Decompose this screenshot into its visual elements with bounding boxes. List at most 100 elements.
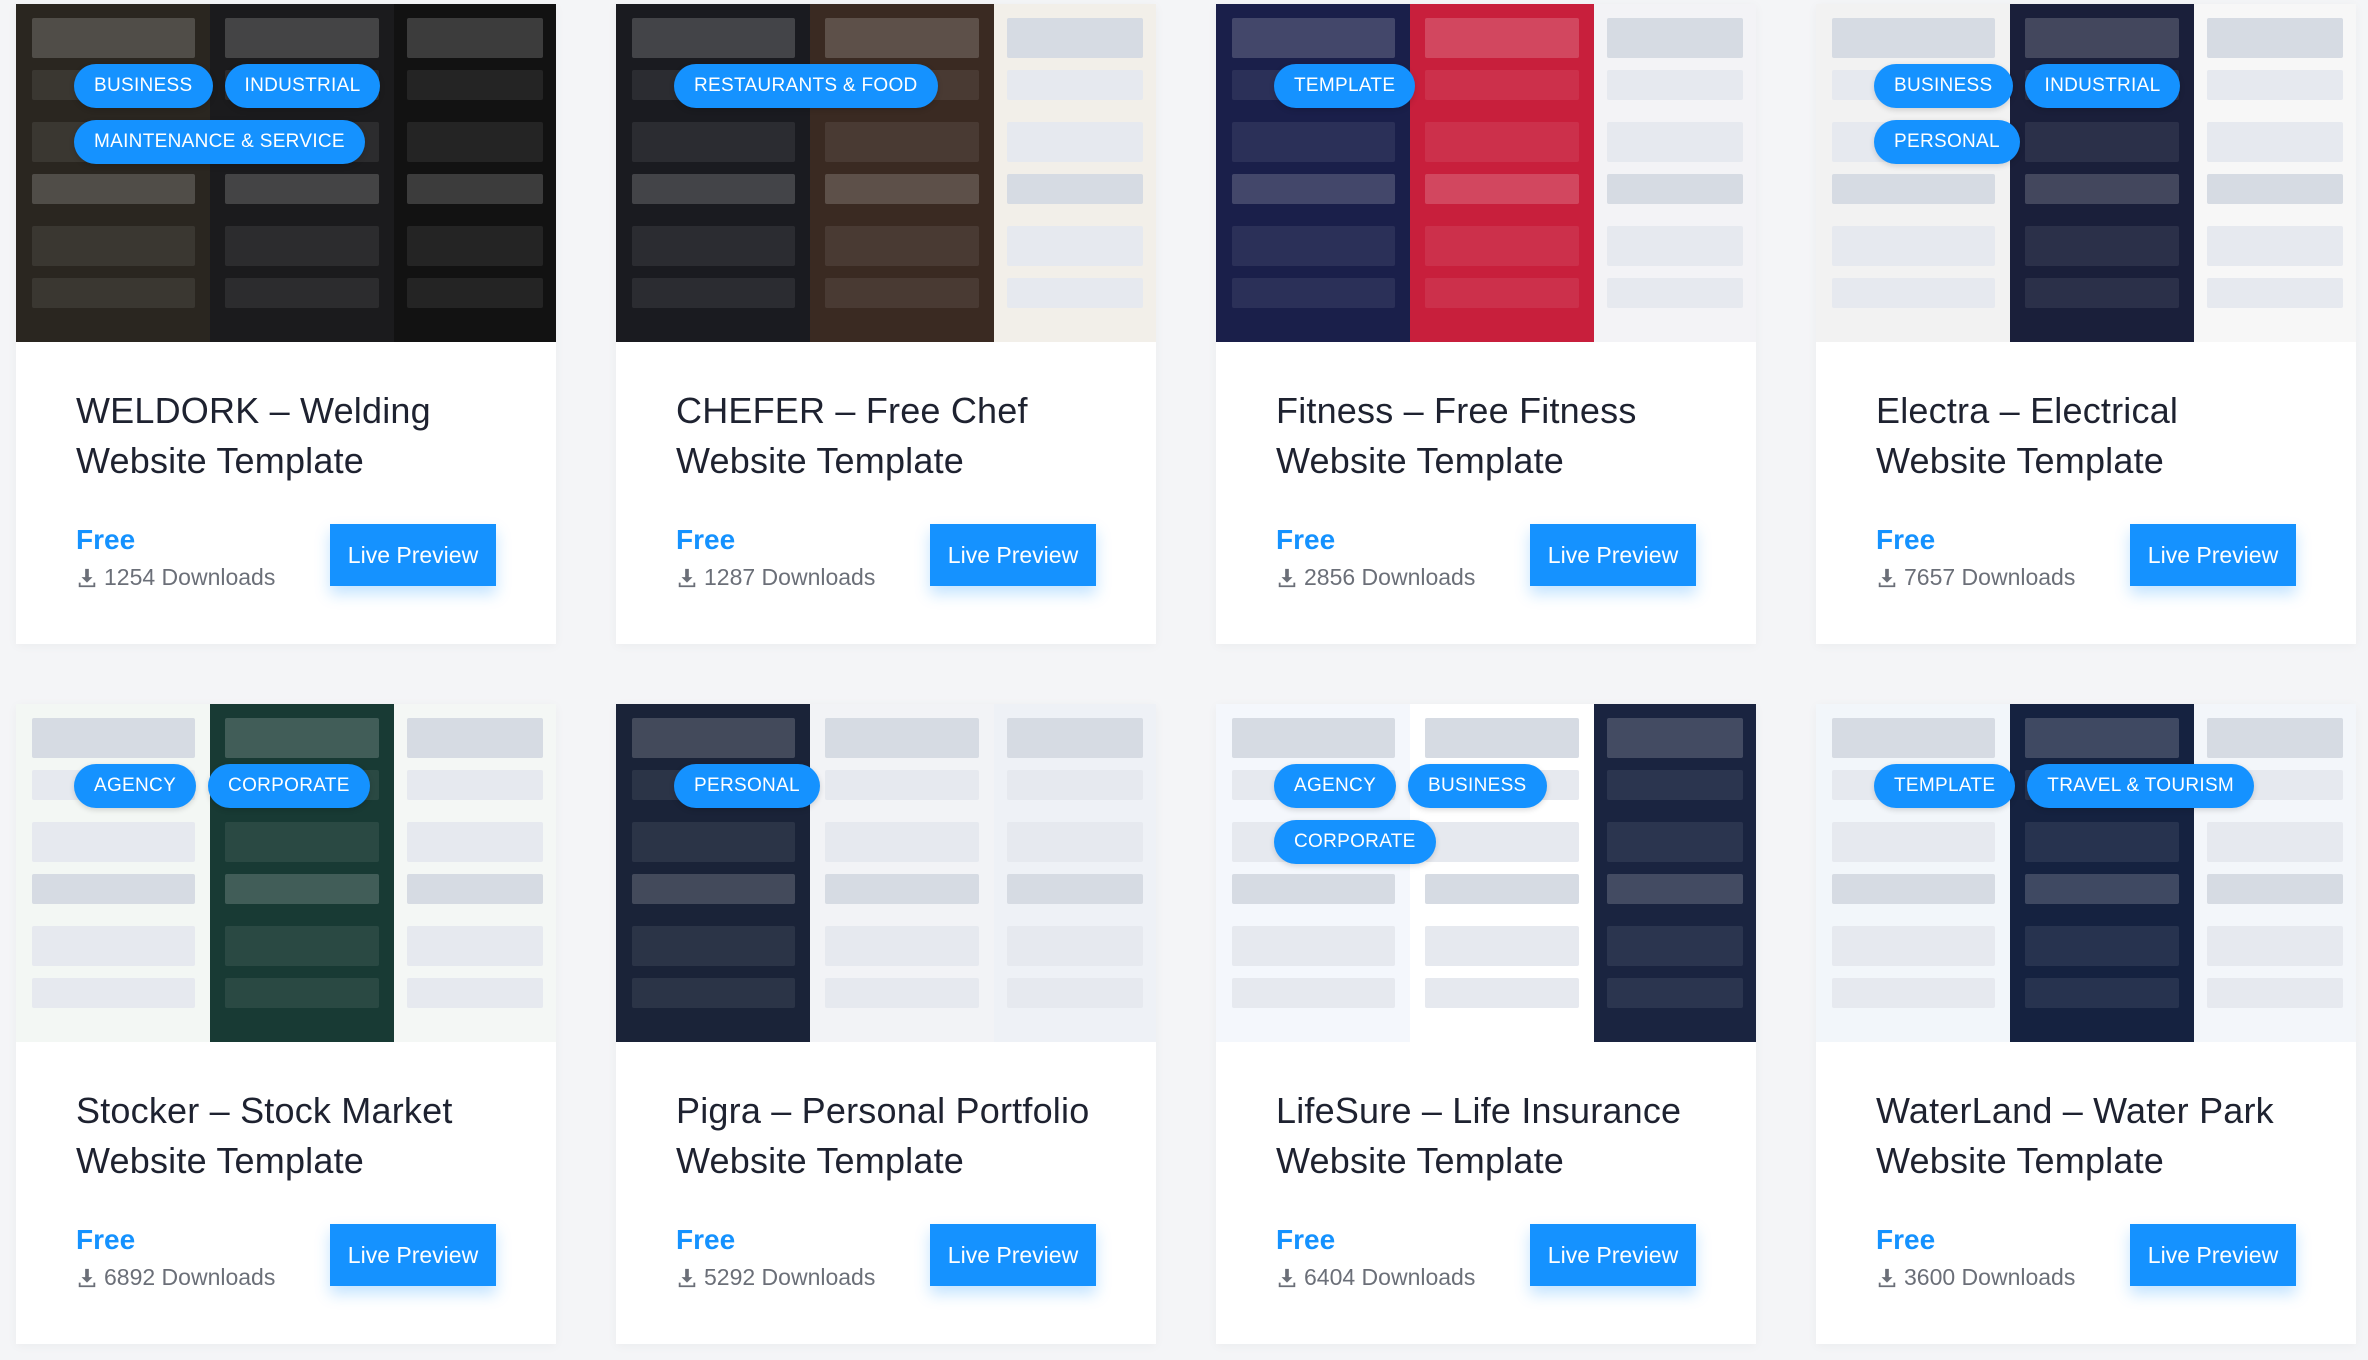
category-tag[interactable]: AGENCY xyxy=(1274,764,1397,808)
category-tag[interactable]: PERSONAL xyxy=(1874,120,2020,164)
category-tag[interactable]: TEMPLATE xyxy=(1874,764,2016,808)
category-tag[interactable]: INDUSTRIAL xyxy=(2024,64,2181,108)
template-title[interactable]: Electra – Electrical Website Template xyxy=(1876,386,2306,486)
preview-block xyxy=(1006,122,1144,162)
live-preview-button[interactable]: Live Preview xyxy=(330,524,496,586)
preview-block xyxy=(1006,174,1144,204)
download-count-text: 3600 Downloads xyxy=(1904,1264,2076,1290)
preview-block xyxy=(1606,226,1744,266)
template-title[interactable]: WELDORK – Welding Website Template xyxy=(76,386,506,486)
preview-column xyxy=(1410,704,1594,1042)
category-tag[interactable]: BUSINESS xyxy=(74,64,213,108)
preview-column xyxy=(993,704,1156,1042)
category-tag[interactable]: CORPORATE xyxy=(208,764,370,808)
template-preview-image[interactable]: TEMPLATE TRAVEL & TOURISM xyxy=(1816,704,2356,1042)
live-preview-button[interactable]: Live Preview xyxy=(330,1224,496,1286)
template-card: BUSINESS INDUSTRIAL PERSONAL Electra – Ele… xyxy=(1816,4,2356,644)
download-count: 2856 Downloads xyxy=(1276,564,1475,591)
preview-block xyxy=(825,926,980,966)
preview-block xyxy=(631,822,795,862)
template-title[interactable]: Fitness – Free Fitness Website Template xyxy=(1276,386,1706,486)
preview-block xyxy=(2206,926,2344,966)
preview-column xyxy=(393,704,556,1042)
category-tag[interactable]: INDUSTRIAL xyxy=(224,64,381,108)
preview-block xyxy=(825,122,980,162)
category-tag[interactable]: MAINTENANCE & SERVICE xyxy=(74,120,365,164)
category-tags: BUSINESS INDUSTRIAL MAINTENANCE & SERVICE xyxy=(74,64,514,164)
category-tag[interactable]: BUSINESS xyxy=(1874,64,2013,108)
preview-block xyxy=(1831,174,1995,204)
preview-block xyxy=(1425,174,1580,204)
template-title[interactable]: Stocker – Stock Market Website Template xyxy=(76,1086,506,1186)
template-title[interactable]: LifeSure – Life Insurance Website Templa… xyxy=(1276,1086,1706,1186)
preview-block xyxy=(2025,174,2180,204)
download-count: 7657 Downloads xyxy=(1876,564,2075,591)
price-label: Free xyxy=(1876,1224,1936,1255)
preview-block xyxy=(2025,822,2180,862)
live-preview-button[interactable]: Live Preview xyxy=(1530,1224,1696,1286)
template-preview-image[interactable]: RESTAURANTS & FOOD xyxy=(616,4,1156,342)
price-label: Free xyxy=(76,1224,136,1255)
price-label: Free xyxy=(76,524,136,555)
preview-column xyxy=(1216,4,1411,342)
preview-block xyxy=(31,926,195,966)
category-tag[interactable]: BUSINESS xyxy=(1408,764,1547,808)
preview-block xyxy=(631,926,795,966)
category-tags: BUSINESS INDUSTRIAL PERSONAL xyxy=(1874,64,2314,164)
preview-column xyxy=(1816,4,2011,342)
preview-block xyxy=(1606,926,1744,966)
preview-block xyxy=(1425,926,1580,966)
download-count: 6404 Downloads xyxy=(1276,1264,1475,1291)
live-preview-button[interactable]: Live Preview xyxy=(2130,1224,2296,1286)
preview-block xyxy=(1231,18,1395,58)
category-tag[interactable]: TEMPLATE xyxy=(1274,64,1416,108)
template-title[interactable]: WaterLand – Water Park Website Template xyxy=(1876,1086,2306,1186)
preview-block xyxy=(825,226,980,266)
template-title[interactable]: Pigra – Personal Portfolio Website Templ… xyxy=(676,1086,1106,1186)
template-preview-image[interactable]: PERSONAL xyxy=(616,704,1156,1042)
category-tags: PERSONAL xyxy=(674,764,1114,808)
preview-block xyxy=(1425,278,1580,308)
download-count: 1287 Downloads xyxy=(676,564,875,591)
preview-block xyxy=(2206,278,2344,308)
preview-column xyxy=(210,704,394,1042)
preview-block xyxy=(631,874,795,904)
template-card: BUSINESS INDUSTRIAL MAINTENANCE & SERVICE … xyxy=(16,4,556,644)
download-icon xyxy=(1278,568,1296,587)
preview-block xyxy=(2206,718,2344,758)
preview-column xyxy=(2193,4,2356,342)
price-label: Free xyxy=(1876,524,1936,555)
live-preview-button[interactable]: Live Preview xyxy=(930,524,1096,586)
preview-block xyxy=(1006,926,1144,966)
preview-block xyxy=(31,874,195,904)
live-preview-button[interactable]: Live Preview xyxy=(1530,524,1696,586)
template-title[interactable]: CHEFER – Free Chef Website Template xyxy=(676,386,1106,486)
preview-block xyxy=(406,874,544,904)
template-preview-image[interactable]: AGENCY BUSINESS CORPORATE xyxy=(1216,704,1756,1042)
category-tag[interactable]: TRAVEL & TOURISM xyxy=(2027,764,2255,808)
download-icon xyxy=(78,568,96,587)
template-preview-image[interactable]: AGENCY CORPORATE xyxy=(16,704,556,1042)
preview-block xyxy=(225,926,380,966)
preview-block xyxy=(1006,822,1144,862)
template-preview-image[interactable]: BUSINESS INDUSTRIAL MAINTENANCE & SERVICE xyxy=(16,4,556,342)
category-tag[interactable]: PERSONAL xyxy=(674,764,820,808)
preview-block xyxy=(1006,718,1144,758)
template-preview-image[interactable]: BUSINESS INDUSTRIAL PERSONAL xyxy=(1816,4,2356,342)
category-tag[interactable]: CORPORATE xyxy=(1274,820,1436,864)
preview-block xyxy=(31,226,195,266)
preview-block xyxy=(1606,122,1744,162)
preview-block xyxy=(225,18,380,58)
live-preview-button[interactable]: Live Preview xyxy=(2130,524,2296,586)
download-count-text: 2856 Downloads xyxy=(1304,564,1476,590)
download-count-text: 7657 Downloads xyxy=(1904,564,2076,590)
category-tag[interactable]: RESTAURANTS & FOOD xyxy=(674,64,938,108)
preview-block xyxy=(1831,278,1995,308)
preview-block xyxy=(1606,278,1744,308)
preview-block xyxy=(2206,18,2344,58)
live-preview-button[interactable]: Live Preview xyxy=(930,1224,1096,1286)
category-tag[interactable]: AGENCY xyxy=(74,764,197,808)
preview-block xyxy=(31,978,195,1008)
template-card: TEMPLATE TRAVEL & TOURISM WaterLand – Wat… xyxy=(1816,704,2356,1344)
template-preview-image[interactable]: TEMPLATE xyxy=(1216,4,1756,342)
